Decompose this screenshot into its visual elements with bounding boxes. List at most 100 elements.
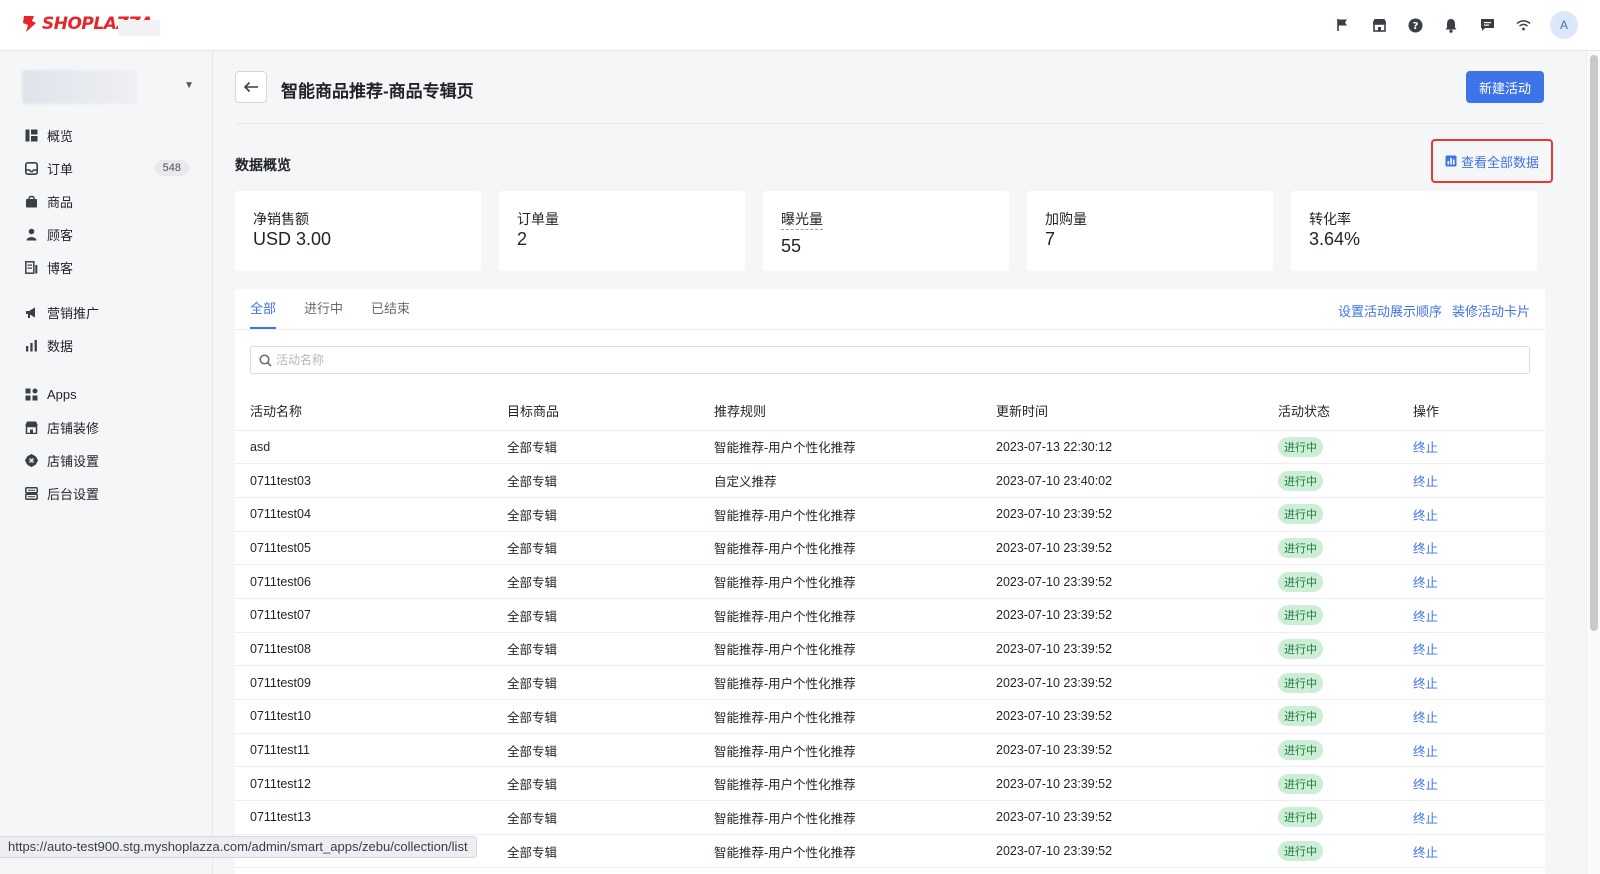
- terminate-link[interactable]: 终止: [1413, 778, 1438, 792]
- store-icon[interactable]: [1370, 16, 1388, 34]
- table-cell: 2023-07-10 23:39:52: [996, 564, 1278, 599]
- sidebar-item-marketing[interactable]: 营销推广: [0, 296, 213, 329]
- set-display-order-link[interactable]: 设置活动展示顺序: [1338, 301, 1442, 320]
- scrollbar-thumb[interactable]: [1590, 55, 1598, 631]
- message-icon[interactable]: [1478, 16, 1496, 34]
- sidebar-item-products[interactable]: 商品: [0, 185, 213, 218]
- stat-value: 3.64%: [1309, 229, 1361, 249]
- terminate-link[interactable]: 终止: [1413, 745, 1438, 759]
- table-cell: 2023-07-10 23:39:52: [996, 497, 1278, 532]
- arrow-left-icon: [243, 81, 258, 93]
- sidebar-item-data[interactable]: 数据: [0, 329, 213, 362]
- cell-text: 2023-07-10 23:39:52: [996, 507, 1113, 522]
- user-avatar[interactable]: A: [1550, 11, 1578, 39]
- terminate-link[interactable]: 终止: [1413, 610, 1438, 624]
- activity-panel: 全部 进行中 已结束 设置活动展示顺序 装修活动卡片 活动名称 目标商品 推荐规…: [235, 289, 1545, 874]
- top-toolbar: ? A: [1334, 11, 1578, 39]
- bell-icon[interactable]: [1442, 16, 1460, 34]
- view-all-data-link[interactable]: 查看全部数据: [1431, 139, 1553, 183]
- table-cell: 2023-07-10 23:39:52: [996, 632, 1278, 667]
- status-badge: 进行中: [1278, 470, 1323, 491]
- sidebar-item-blog[interactable]: 博客: [0, 251, 213, 284]
- sidebar-item-customers[interactable]: 顾客: [0, 218, 213, 251]
- terminate-link[interactable]: 终止: [1413, 846, 1438, 860]
- wifi-icon[interactable]: [1514, 16, 1532, 34]
- table-cell: 2023-07-10 23:39:52: [996, 665, 1278, 700]
- stat-value: 2: [517, 229, 528, 249]
- sidebar-item-overview[interactable]: 概览: [0, 119, 213, 152]
- sidebar-item-label: 顾客: [47, 228, 74, 243]
- page-scrollbar[interactable]: [1586, 51, 1600, 874]
- cell-text: 全部专辑: [507, 441, 558, 456]
- table-cell: 进行中: [1278, 598, 1413, 633]
- search-input[interactable]: [276, 353, 1476, 367]
- status-badge: 进行中: [1278, 436, 1323, 457]
- terminate-link[interactable]: 终止: [1413, 711, 1438, 725]
- sidebar: ▼ 概览 订单 548 商品 顾客 博客 营销推广 数据 Apps 店铺装修 店…: [0, 51, 213, 874]
- cell-text: 0711test09: [250, 675, 311, 690]
- table-cell: 全部专辑: [507, 598, 714, 633]
- table-cell: 2023-07-10 23:40:02: [996, 463, 1278, 498]
- table-cell: 2023-07-13 22:30:12: [996, 430, 1278, 465]
- help-icon[interactable]: ?: [1406, 16, 1424, 34]
- sidebar-item-apps[interactable]: Apps: [0, 378, 213, 411]
- terminate-link[interactable]: 终止: [1413, 677, 1438, 691]
- tab-all[interactable]: 全部: [250, 289, 277, 329]
- terminate-link[interactable]: 终止: [1413, 812, 1438, 826]
- sidebar-item-orders[interactable]: 订单 548: [0, 152, 213, 185]
- column-header: 活动名称: [235, 392, 507, 431]
- new-activity-button[interactable]: 新建活动: [1466, 71, 1544, 103]
- overview-icon: [24, 129, 38, 143]
- table-cell: 0711test12: [235, 766, 507, 802]
- cell-text: 0711test05: [250, 540, 311, 555]
- sidebar-item-admin-settings[interactable]: 后台设置: [0, 477, 213, 510]
- overview-title: 数据概览: [235, 157, 291, 173]
- cell-text: 全部专辑: [507, 811, 558, 826]
- terminate-link[interactable]: 终止: [1413, 475, 1438, 489]
- table-cell: 全部专辑: [507, 497, 714, 532]
- cell-text: 全部专辑: [507, 609, 558, 624]
- table-cell: 进行中: [1278, 564, 1413, 599]
- decorate-card-link[interactable]: 装修活动卡片: [1452, 301, 1530, 320]
- cell-text: 全部专辑: [507, 677, 558, 692]
- stat-label[interactable]: 曝光量: [781, 209, 823, 230]
- table-cell: 终止: [1413, 766, 1545, 802]
- cell-text: 2023-07-10 23:39:52: [996, 675, 1113, 690]
- sidebar-item-store-design[interactable]: 店铺装修: [0, 411, 213, 444]
- cell-text: 0711test03: [250, 473, 311, 488]
- table-cell: 智能推荐-用户个性化推荐: [714, 497, 996, 532]
- table-cell: asd: [235, 430, 507, 465]
- table-cell: 全部专辑: [507, 430, 714, 465]
- cell-text: 全部专辑: [507, 508, 558, 523]
- tab-in-progress[interactable]: 进行中: [304, 289, 343, 329]
- admin-icon: [24, 487, 38, 501]
- table-cell: 0711test03: [235, 463, 507, 498]
- table-row: 0711test09 全部专辑 智能推荐-用户个性化推荐 2023-07-10 23:…: [235, 665, 1545, 700]
- cell-text: asd: [250, 439, 271, 454]
- table-cell: 0711test06: [235, 564, 507, 599]
- back-button[interactable]: [235, 71, 267, 103]
- table-cell: 智能推荐-用户个性化推荐: [714, 800, 996, 835]
- table-cell: 全部专辑: [507, 531, 714, 566]
- flag-icon[interactable]: [1334, 16, 1352, 34]
- table-row: 0711test05 全部专辑 智能推荐-用户个性化推荐 2023-07-10 23:…: [235, 531, 1545, 566]
- main-content: 智能商品推荐-商品专辑页 新建活动 数据概览 查看全部数据 净销售额 USD 3…: [213, 51, 1586, 874]
- status-badge: 进行中: [1278, 571, 1323, 592]
- tab-ended[interactable]: 已结束: [371, 289, 410, 329]
- sidebar-item-label: 店铺设置: [47, 454, 100, 469]
- order-count-badge: 548: [154, 160, 189, 176]
- sidebar-item-store-settings[interactable]: 店铺设置: [0, 444, 213, 477]
- terminate-link[interactable]: 终止: [1413, 576, 1438, 590]
- terminate-link[interactable]: 终止: [1413, 509, 1438, 523]
- stat-card-add-to-cart: 加购量 7: [1027, 191, 1273, 271]
- terminate-link[interactable]: 终止: [1413, 542, 1438, 556]
- cell-text: 全部专辑: [507, 475, 558, 490]
- stat-value: USD 3.00: [253, 229, 332, 249]
- table-cell: 进行中: [1278, 733, 1413, 768]
- table-cell: 0711test05: [235, 531, 507, 566]
- store-selector[interactable]: ▼: [22, 68, 194, 106]
- terminate-link[interactable]: 终止: [1413, 441, 1438, 455]
- terminate-link[interactable]: 终止: [1413, 643, 1438, 657]
- cell-text: 全部专辑: [507, 542, 558, 557]
- column-header: 目标商品: [507, 392, 714, 431]
